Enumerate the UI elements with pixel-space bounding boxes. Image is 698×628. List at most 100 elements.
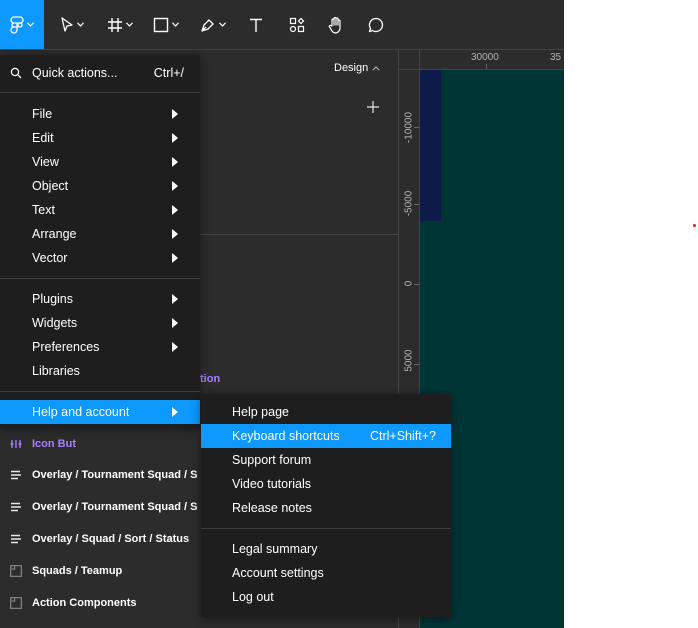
menu-separator — [0, 278, 200, 279]
ruler-tick-label: 0 — [403, 280, 415, 287]
chevron-down-icon — [219, 22, 226, 27]
search-icon — [10, 67, 22, 79]
text-tool-button[interactable] — [240, 0, 272, 49]
menu-item-object[interactable]: Object — [0, 174, 200, 198]
menu-item-label: Text — [32, 203, 55, 217]
shape-tool-button[interactable] — [146, 0, 186, 49]
chevron-down-icon — [77, 22, 84, 27]
toolbar — [0, 0, 564, 50]
menu-item-help-and-account[interactable]: Help and account — [0, 400, 200, 424]
menu-item-label: File — [32, 107, 53, 121]
layer-label: Overlay / Squad / Sort / Status — [32, 533, 190, 545]
figma-logo-icon — [10, 15, 24, 34]
help-submenu: Help page Keyboard shortcuts Ctrl+Shift+… — [201, 394, 451, 617]
autolayout-icon — [11, 502, 21, 512]
submenu-arrow-icon — [172, 407, 178, 417]
menu-separator — [0, 92, 200, 93]
menu-item-widgets[interactable]: Widgets — [0, 311, 200, 335]
submenu-separator — [201, 528, 451, 529]
hand-icon — [328, 16, 341, 34]
submenu-arrow-icon — [172, 181, 178, 191]
frame-icon — [10, 597, 22, 609]
submenu-item-label: Release notes — [232, 501, 312, 515]
chevron-down-icon — [172, 22, 179, 27]
menu-item-text[interactable]: Text — [0, 198, 200, 222]
submenu-item-label: Support forum — [232, 453, 312, 467]
submenu-arrow-icon — [172, 229, 178, 239]
menu-item-label: Preferences — [32, 340, 100, 354]
menu-item-label: Quick actions... — [32, 66, 118, 80]
submenu-item-label: Help page — [232, 405, 289, 419]
layer-label: Icon But — [32, 438, 76, 450]
ruler-tick-mark — [414, 127, 419, 128]
submenu-item-label: Log out — [232, 590, 274, 604]
submenu-item-legal-summary[interactable]: Legal summary — [201, 537, 451, 561]
submenu-arrow-icon — [172, 318, 178, 328]
submenu-item-label: Keyboard shortcuts — [232, 429, 340, 443]
submenu-item-label: Account settings — [232, 566, 324, 580]
ruler-tick-mark — [414, 204, 419, 205]
ruler-corner — [399, 50, 420, 70]
layer-label: Squads / Teamup — [32, 565, 123, 577]
layer-label: Action Components — [32, 597, 137, 609]
submenu-item-keyboard-shortcuts[interactable]: Keyboard shortcuts Ctrl+Shift+? — [201, 424, 451, 448]
comment-tool-button[interactable] — [360, 0, 392, 49]
submenu-item-video-tutorials[interactable]: Video tutorials — [201, 472, 451, 496]
menu-item-label: Libraries — [32, 364, 80, 378]
submenu-arrow-icon — [172, 342, 178, 352]
pen-icon — [201, 18, 214, 32]
autolayout-icon — [11, 470, 21, 480]
menu-item-label: Plugins — [32, 292, 73, 306]
menu-item-file[interactable]: File — [0, 102, 200, 126]
canvas-frame[interactable] — [420, 70, 441, 221]
menu-item-label: View — [32, 155, 59, 169]
menu-item-edit[interactable]: Edit — [0, 126, 200, 150]
submenu-item-release-notes[interactable]: Release notes — [201, 496, 451, 520]
rectangle-icon — [153, 17, 169, 32]
menu-item-view[interactable]: View — [0, 150, 200, 174]
tab-design[interactable]: Design — [334, 62, 380, 74]
cursor-icon — [61, 16, 73, 32]
main-menu: Quick actions... Ctrl+/ File Edit View O… — [0, 55, 200, 428]
menu-item-label: Arrange — [32, 227, 77, 241]
menu-item-libraries[interactable]: Libraries — [0, 359, 200, 383]
text-icon — [250, 18, 262, 32]
ruler-tick-mark — [414, 364, 419, 365]
submenu-item-help-page[interactable]: Help page — [201, 400, 451, 424]
main-menu-button[interactable] — [0, 0, 44, 49]
ruler-tick-mark — [486, 64, 487, 69]
frame-tool-button[interactable] — [100, 0, 140, 49]
chevron-up-icon — [372, 65, 380, 71]
hand-tool-button[interactable] — [320, 0, 352, 49]
resources-tool-button[interactable] — [280, 0, 314, 49]
submenu-item-label: Legal summary — [232, 542, 318, 556]
layer-partial-label: tion — [200, 373, 221, 385]
panel-divider — [200, 234, 398, 235]
submenu-item-support-forum[interactable]: Support forum — [201, 448, 451, 472]
pen-tool-button[interactable] — [192, 0, 234, 49]
tab-design-label: Design — [334, 62, 369, 74]
hash-frame-icon — [108, 17, 122, 32]
submenu-arrow-icon — [172, 157, 178, 167]
submenu-arrow-icon — [172, 205, 178, 215]
submenu-arrow-icon — [172, 253, 178, 263]
menu-item-plugins[interactable]: Plugins — [0, 287, 200, 311]
ruler-tick-label: 5000 — [403, 349, 415, 372]
submenu-item-account-settings[interactable]: Account settings — [201, 561, 451, 585]
plus-icon[interactable] — [366, 100, 380, 114]
ruler-tick-label: 30000 — [471, 52, 499, 63]
ruler-top: 30000 35 — [399, 50, 564, 70]
menu-item-arrange[interactable]: Arrange — [0, 222, 200, 246]
ruler-tick-mark — [414, 284, 419, 285]
chevron-down-icon — [27, 22, 34, 27]
menu-item-label: Vector — [32, 251, 68, 265]
menu-item-quick-actions[interactable]: Quick actions... Ctrl+/ — [0, 61, 200, 85]
move-tool-button[interactable] — [52, 0, 92, 49]
menu-item-preferences[interactable]: Preferences — [0, 335, 200, 359]
submenu-item-log-out[interactable]: Log out — [201, 585, 451, 609]
menu-item-label: Edit — [32, 131, 54, 145]
submenu-item-label: Video tutorials — [232, 477, 311, 491]
layer-label: Overlay / Tournament Squad / S — [32, 501, 198, 513]
menu-item-label: Object — [32, 179, 69, 193]
menu-item-vector[interactable]: Vector — [0, 246, 200, 270]
